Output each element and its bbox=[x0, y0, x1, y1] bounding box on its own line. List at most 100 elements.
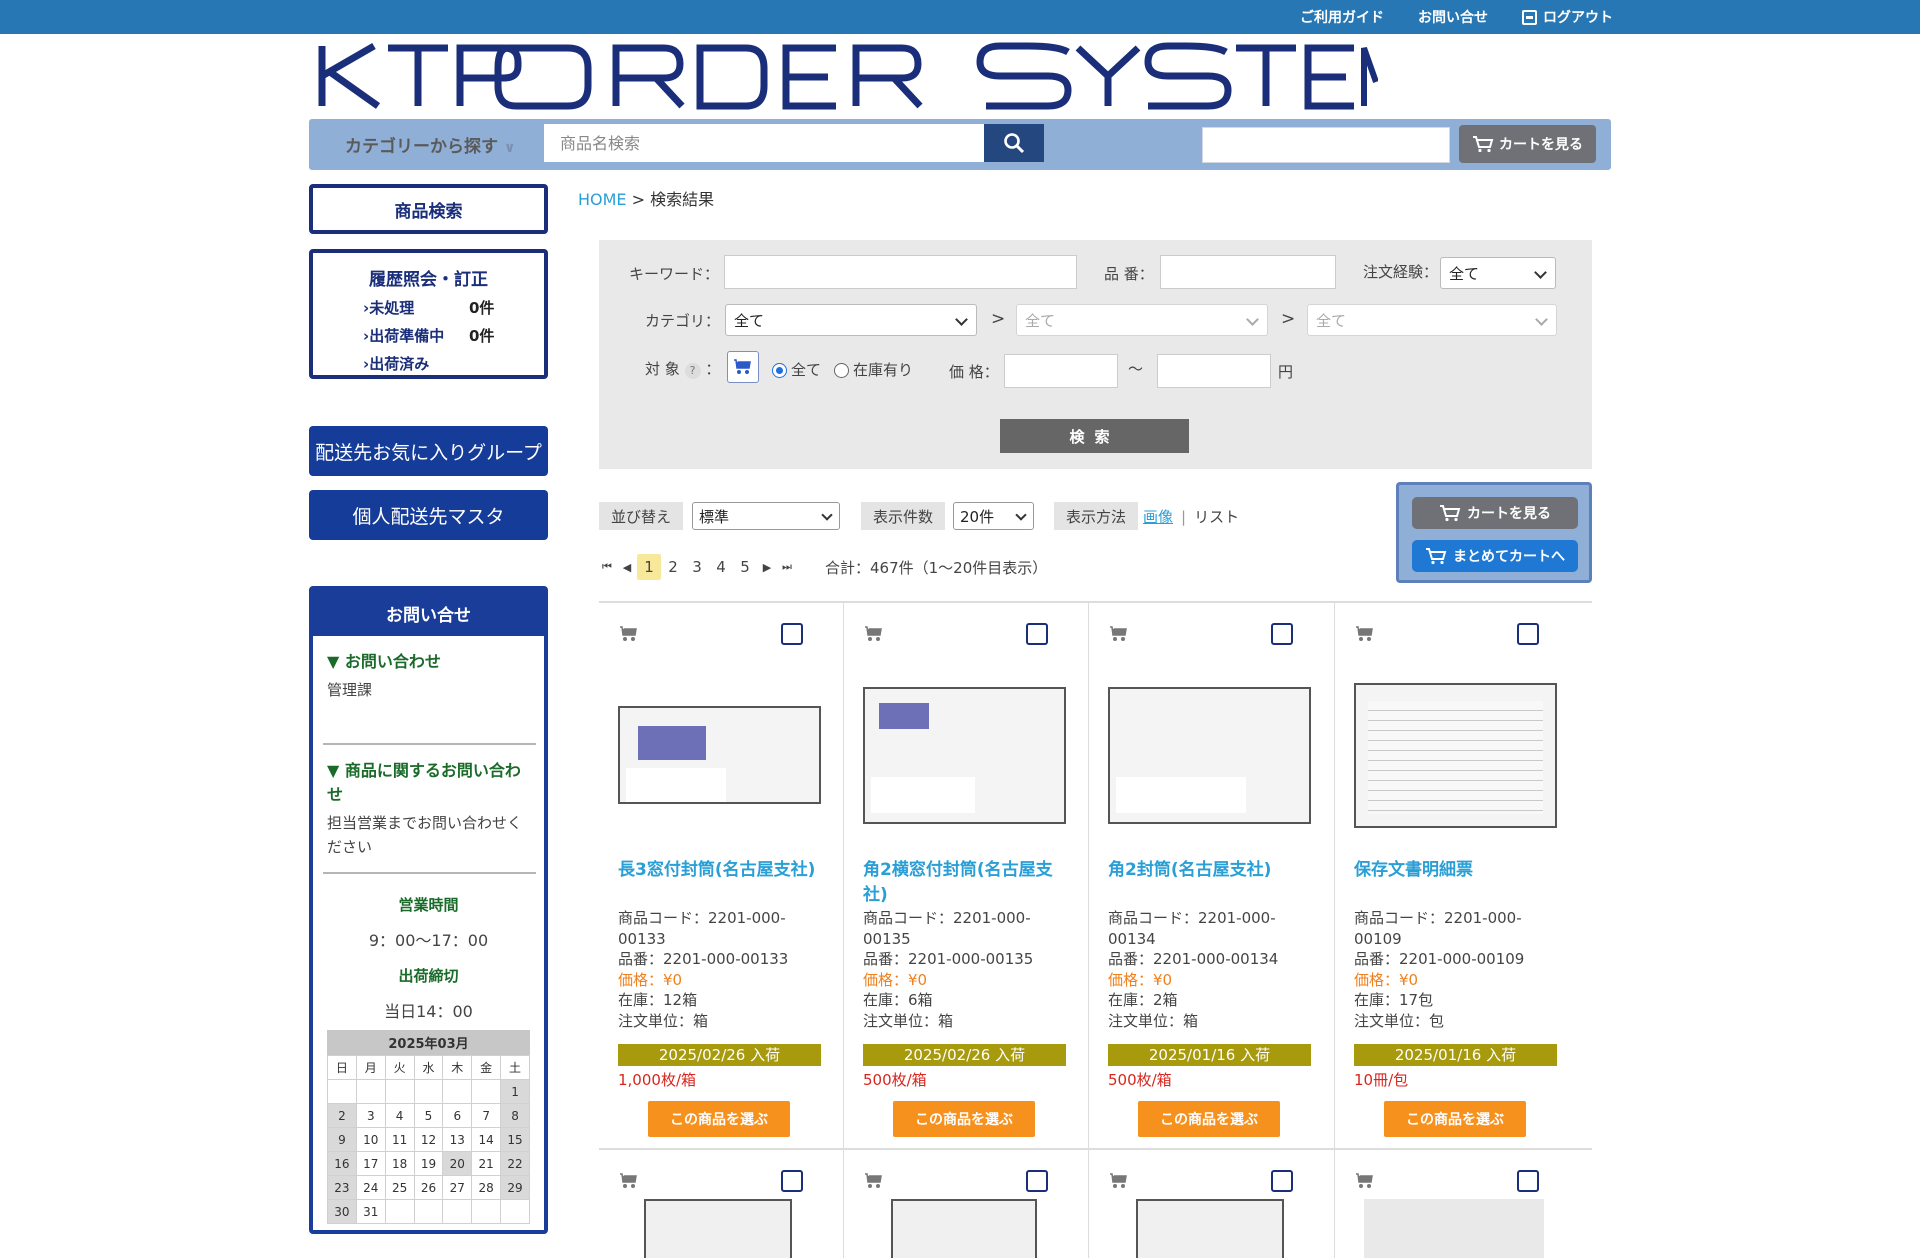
cart-panel: カートを見る まとめてカートへ bbox=[1396, 482, 1592, 583]
arrival-badge: 2025/01/16 入荷 bbox=[1108, 1044, 1311, 1066]
history-panel: 履歴照会・訂正 ›未処理 0件 ›出荷準備中 0件 ›出荷済み bbox=[309, 249, 548, 379]
guide-link[interactable]: ご利用ガイド bbox=[1300, 7, 1384, 27]
product-image[interactable] bbox=[1354, 683, 1557, 828]
product-checkbox[interactable] bbox=[1517, 1170, 1539, 1192]
calendar-day: 27 bbox=[442, 1175, 473, 1200]
product-checkbox[interactable] bbox=[781, 1170, 803, 1192]
keyword-input[interactable] bbox=[724, 255, 1077, 289]
product-name-link[interactable]: 長3窓付封筒(名古屋支社) bbox=[618, 858, 823, 883]
product-stock: 在庫：17包 bbox=[1354, 991, 1434, 1009]
product-image[interactable] bbox=[1364, 1199, 1544, 1258]
search-button[interactable] bbox=[984, 124, 1044, 162]
page-2[interactable]: 2 bbox=[661, 558, 685, 576]
product-checkbox[interactable] bbox=[1271, 623, 1293, 645]
category-select-2[interactable]: 全て bbox=[1016, 304, 1268, 336]
calendar-day: 20 bbox=[442, 1151, 473, 1176]
price-max-input[interactable] bbox=[1157, 354, 1271, 388]
cart-icon bbox=[1354, 1172, 1376, 1194]
calendar-day: 4 bbox=[384, 1103, 415, 1128]
product-checkbox[interactable] bbox=[1026, 1170, 1048, 1192]
logout-link[interactable]: ログアウト bbox=[1522, 7, 1613, 27]
product-card: 長3窓付封筒(名古屋支社) 商品コード：2201-000-00133 品番：2201… bbox=[599, 603, 844, 1148]
product-checkbox[interactable] bbox=[1026, 623, 1048, 645]
header-code-input[interactable] bbox=[1202, 127, 1450, 163]
breadcrumb-home-link[interactable]: HOME bbox=[578, 190, 627, 209]
page-4[interactable]: 4 bbox=[709, 558, 733, 576]
product-card bbox=[844, 1150, 1089, 1258]
breadcrumb: HOME > 検索結果 bbox=[578, 190, 715, 209]
calendar-day: 13 bbox=[442, 1127, 473, 1152]
view-image-link[interactable]: 画像 bbox=[1143, 508, 1173, 526]
product-image[interactable] bbox=[863, 687, 1066, 824]
last-page-icon[interactable]: ⏭ bbox=[777, 560, 797, 574]
product-image[interactable] bbox=[1136, 1199, 1284, 1258]
radio-in-stock-indicator bbox=[834, 363, 849, 378]
product-card bbox=[1089, 1150, 1334, 1258]
contact-panel: お問い合せ ▼ お問い合わせ 管理課 ▼ 商品に関するお問い合わせ 担当営業まで… bbox=[309, 586, 548, 1234]
cart-view-button[interactable]: カートを見る bbox=[1412, 497, 1578, 529]
radio-all[interactable]: 全て bbox=[772, 359, 821, 380]
bulk-add-to-cart-button[interactable]: まとめてカートへ bbox=[1412, 540, 1578, 572]
product-name-link[interactable]: 角2封筒(名古屋支社) bbox=[1108, 858, 1313, 883]
top-bar: ご利用ガイド お問い合せ ログアウト bbox=[0, 0, 1920, 34]
product-name-link[interactable]: 角2横窓付封筒(名古屋支社) bbox=[863, 858, 1068, 908]
select-product-button[interactable]: この商品を選ぶ bbox=[1138, 1101, 1280, 1137]
category-select-3[interactable]: 全て bbox=[1307, 304, 1557, 336]
calendar-day: 11 bbox=[384, 1127, 415, 1152]
contact-link[interactable]: お問い合せ bbox=[1418, 7, 1488, 27]
delivery-favorite-group-button[interactable]: 配送先お気に入りグループ bbox=[309, 426, 548, 476]
product-checkbox[interactable] bbox=[1517, 623, 1539, 645]
next-page-icon[interactable]: ▶ bbox=[757, 561, 777, 574]
category-select-1[interactable]: 全て bbox=[725, 304, 977, 336]
select-product-button[interactable]: この商品を選ぶ bbox=[1384, 1101, 1526, 1137]
category-dropdown[interactable]: カテゴリーから探す ∨ bbox=[345, 132, 515, 157]
product-checkbox[interactable] bbox=[1271, 1170, 1293, 1192]
product-card: 角2横窓付封筒(名古屋支社) 商品コード：2201-000-00135 品番：220… bbox=[844, 603, 1089, 1148]
product-image[interactable] bbox=[891, 1199, 1037, 1258]
price-min-input[interactable] bbox=[1004, 354, 1118, 388]
product-image[interactable] bbox=[618, 706, 821, 804]
display-count-select[interactable]: 20件 bbox=[953, 502, 1034, 530]
history-row-unprocessed[interactable]: ›未処理 0件 bbox=[363, 297, 544, 318]
part-number-input[interactable] bbox=[1160, 255, 1336, 289]
arrival-badge: 2025/02/26 入荷 bbox=[618, 1044, 821, 1066]
view-list-link[interactable]: リスト bbox=[1194, 508, 1239, 526]
target-cart-toggle[interactable] bbox=[727, 351, 759, 383]
calendar-day: 12 bbox=[413, 1127, 444, 1152]
product-image[interactable] bbox=[1108, 687, 1311, 824]
select-product-button[interactable]: この商品を選ぶ bbox=[648, 1101, 790, 1137]
product-part-number: 品番：2201-000-00134 bbox=[1108, 950, 1279, 968]
history-title[interactable]: 履歴照会・訂正 bbox=[313, 265, 544, 290]
calendar-day bbox=[384, 1199, 415, 1224]
page-1[interactable]: 1 bbox=[637, 554, 661, 580]
page-5[interactable]: 5 bbox=[733, 558, 757, 576]
calendar-day: 22 bbox=[500, 1151, 530, 1176]
order-history-select[interactable]: 全て bbox=[1440, 257, 1556, 289]
page-3[interactable]: 3 bbox=[685, 558, 709, 576]
product-part-number: 品番：2201-000-00133 bbox=[618, 950, 789, 968]
product-checkbox[interactable] bbox=[781, 623, 803, 645]
history-row-preparing[interactable]: ›出荷準備中 0件 bbox=[363, 325, 544, 346]
select-product-button[interactable]: この商品を選ぶ bbox=[893, 1101, 1035, 1137]
product-name-link[interactable]: 保存文書明細票 bbox=[1354, 858, 1559, 883]
history-row-shipped[interactable]: ›出荷済み bbox=[363, 353, 544, 374]
calendar-day bbox=[327, 1079, 357, 1104]
prev-page-icon[interactable]: ◀ bbox=[617, 561, 637, 574]
calendar-day: 24 bbox=[355, 1175, 386, 1200]
view-cart-button[interactable]: カートを見る bbox=[1459, 125, 1596, 163]
search-submit-button[interactable]: 検索 bbox=[1000, 419, 1189, 453]
help-icon[interactable]: ? bbox=[684, 363, 701, 379]
sort-label: 並び替え bbox=[599, 502, 684, 530]
product-image[interactable] bbox=[644, 1199, 792, 1258]
calendar-day bbox=[500, 1199, 530, 1224]
site-logo[interactable] bbox=[318, 42, 1379, 110]
personal-delivery-master-button[interactable]: 個人配送先マスタ bbox=[309, 490, 548, 540]
view-mode-label: 表示方法 bbox=[1054, 502, 1139, 530]
product-meta: 商品コード：2201-000-00109 品番：2201-000-00109 価格：… bbox=[1354, 908, 1564, 1031]
calendar-day: 15 bbox=[500, 1127, 530, 1152]
first-page-icon[interactable]: ⏮ bbox=[597, 560, 617, 574]
sort-select[interactable]: 標準 bbox=[692, 502, 840, 530]
product-search-link[interactable]: 商品検索 bbox=[309, 184, 548, 234]
product-name-search-input[interactable] bbox=[544, 124, 984, 162]
radio-in-stock[interactable]: 在庫有り bbox=[834, 359, 913, 380]
